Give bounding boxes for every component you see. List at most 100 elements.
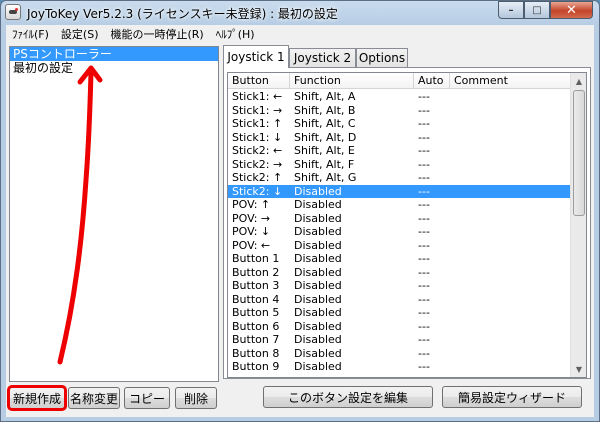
row-function-cell: Shift, Alt, C	[294, 117, 356, 130]
row-auto-cell: ---	[418, 198, 430, 211]
row-comment-cell	[450, 320, 572, 334]
profile-list[interactable]: PSコントローラー 最初の設定	[9, 46, 219, 382]
table-row[interactable]: Stick2: ↑ Shift, Alt, G ---	[228, 171, 572, 185]
row-auto-cell: ---	[418, 157, 430, 171]
row-button-cell: POV: ↓	[232, 225, 271, 238]
scroll-up-icon[interactable]: ▲	[571, 73, 586, 89]
row-function-cell: Disabled	[294, 333, 342, 346]
row-comment-cell	[450, 171, 572, 185]
table-row[interactable]: Stick2: ↓ Disabled ---	[228, 184, 572, 199]
tab-options[interactable]: Options	[356, 48, 408, 67]
row-auto-cell: ---	[418, 292, 430, 306]
edit-button-settings-button[interactable]: このボタン設定を編集	[263, 386, 433, 408]
row-button-cell: Stick1: →	[232, 103, 283, 117]
menu-pause[interactable]: 機能の一時停止(R)	[105, 26, 210, 42]
copy-profile-button[interactable]: コピー	[124, 387, 170, 409]
menu-help[interactable]: ﾍﾙﾌﾟ(H)	[210, 26, 261, 42]
new-profile-button[interactable]: 新規作成	[7, 385, 67, 411]
profile-item[interactable]: PSコントローラー	[10, 47, 218, 61]
row-function-cell: Shift, Alt, G	[294, 171, 357, 184]
table-row[interactable]: Button 7 Disabled ---	[228, 333, 572, 347]
column-header-function[interactable]: Function	[290, 73, 414, 89]
profile-item[interactable]: 最初の設定	[10, 61, 218, 75]
row-button-cell: Stick1: ↑	[232, 117, 283, 130]
row-button-cell: Button 4	[232, 292, 280, 306]
row-function-cell: Disabled	[294, 346, 342, 360]
column-header-comment[interactable]: Comment	[450, 73, 572, 89]
button-assignment-list[interactable]: Button Function Auto Comment Stick1: ← Sh…	[227, 72, 587, 378]
row-comment-cell	[450, 90, 572, 104]
row-auto-cell: ---	[418, 252, 430, 265]
close-button[interactable]: ✕	[550, 1, 593, 19]
table-row[interactable]: Button 2 Disabled ---	[228, 266, 572, 280]
row-auto-cell: ---	[418, 184, 430, 198]
row-auto-cell: ---	[418, 238, 430, 252]
easy-setup-wizard-button[interactable]: 簡易設定ウィザード	[442, 386, 582, 408]
row-button-cell: POV: ←	[232, 238, 271, 252]
title-bar[interactable]: JoyToKey Ver5.2.3 (ライセンスキー未登録) : 最初の設定 –…	[1, 1, 599, 23]
table-row[interactable]: Button 8 Disabled ---	[228, 347, 572, 361]
table-row[interactable]: POV: → Disabled ---	[228, 212, 572, 226]
row-button-cell: Stick2: ↓	[232, 184, 283, 198]
scroll-down-icon[interactable]: ▼	[571, 361, 586, 377]
row-button-cell: Stick2: ←	[232, 144, 283, 157]
rename-profile-button[interactable]: 名称変更	[68, 387, 120, 409]
row-function-cell: Disabled	[294, 360, 342, 373]
window-title: JoyToKey Ver5.2.3 (ライセンスキー未登録) : 最初の設定	[27, 7, 338, 21]
table-row[interactable]: Button 3 Disabled ---	[228, 279, 572, 293]
row-function-cell: Shift, Alt, B	[294, 103, 356, 117]
column-header-button[interactable]: Button	[228, 73, 290, 89]
row-auto-cell: ---	[418, 171, 430, 184]
list-header: Button Function Auto Comment	[228, 73, 572, 89]
row-function-cell: Shift, Alt, F	[294, 157, 355, 171]
row-function-cell: Disabled	[294, 252, 342, 265]
table-row[interactable]: Stick2: ← Shift, Alt, E ---	[228, 144, 572, 158]
delete-profile-button[interactable]: 削除	[175, 387, 217, 409]
row-comment-cell	[450, 185, 572, 199]
row-comment-cell	[450, 225, 572, 239]
row-function-cell: Shift, Alt, D	[294, 130, 357, 144]
row-comment-cell	[450, 306, 572, 320]
table-row[interactable]: Button 5 Disabled ---	[228, 306, 572, 320]
row-comment-cell	[450, 239, 572, 253]
column-header-auto[interactable]: Auto	[414, 73, 450, 89]
row-auto-cell: ---	[418, 346, 430, 360]
menu-file[interactable]: ﾌｧｲﾙ(F)	[6, 26, 55, 42]
profile-buttons: 新規作成 名称変更 コピー 削除	[7, 385, 217, 411]
table-row[interactable]: Stick1: → Shift, Alt, B ---	[228, 104, 572, 118]
table-row[interactable]: Button 6 Disabled ---	[228, 320, 572, 334]
row-comment-cell	[450, 104, 572, 118]
row-button-cell: Button 1	[232, 252, 280, 265]
table-row[interactable]: Stick1: ← Shift, Alt, A ---	[228, 90, 572, 104]
maximize-button[interactable]: □	[524, 1, 550, 19]
table-row[interactable]: Stick2: → Shift, Alt, F ---	[228, 158, 572, 172]
table-row[interactable]: Stick1: ↑ Shift, Alt, C ---	[228, 117, 572, 131]
table-row[interactable]: Stick1: ↓ Shift, Alt, D ---	[228, 131, 572, 145]
menu-bar: ﾌｧｲﾙ(F) 設定(S) 機能の一時停止(R) ﾍﾙﾌﾟ(H)	[6, 25, 594, 43]
row-button-cell: POV: →	[232, 211, 271, 225]
joystick-icon	[5, 4, 21, 20]
table-row[interactable]: POV: ↓ Disabled ---	[228, 225, 572, 239]
minimize-button[interactable]: –	[498, 1, 524, 19]
scroll-thumb[interactable]	[573, 90, 585, 216]
table-row[interactable]: Button 1 Disabled ---	[228, 252, 572, 266]
table-row[interactable]: POV: ↑ Disabled ---	[228, 198, 572, 212]
row-button-cell: Stick1: ↓	[232, 130, 283, 144]
row-function-cell: Shift, Alt, E	[294, 144, 355, 157]
row-comment-cell	[450, 279, 572, 293]
row-comment-cell	[450, 117, 572, 131]
row-comment-cell	[450, 158, 572, 172]
row-button-cell: POV: ↑	[232, 198, 271, 211]
row-comment-cell	[450, 360, 572, 374]
table-row[interactable]: POV: ← Disabled ---	[228, 239, 572, 253]
list-body: Stick1: ← Shift, Alt, A --- Stick1: → Shift,…	[228, 90, 572, 374]
tab-joystick-1[interactable]: Joystick 1	[223, 45, 289, 68]
row-function-cell: Disabled	[294, 279, 342, 292]
table-row[interactable]: Button 4 Disabled ---	[228, 293, 572, 307]
vertical-scrollbar[interactable]: ▲ ▼	[570, 73, 586, 377]
row-button-cell: Button 6	[232, 319, 280, 333]
row-comment-cell	[450, 198, 572, 212]
tab-joystick-2[interactable]: Joystick 2	[289, 48, 356, 67]
table-row[interactable]: Button 9 Disabled ---	[228, 360, 572, 374]
menu-settings[interactable]: 設定(S)	[55, 26, 105, 42]
